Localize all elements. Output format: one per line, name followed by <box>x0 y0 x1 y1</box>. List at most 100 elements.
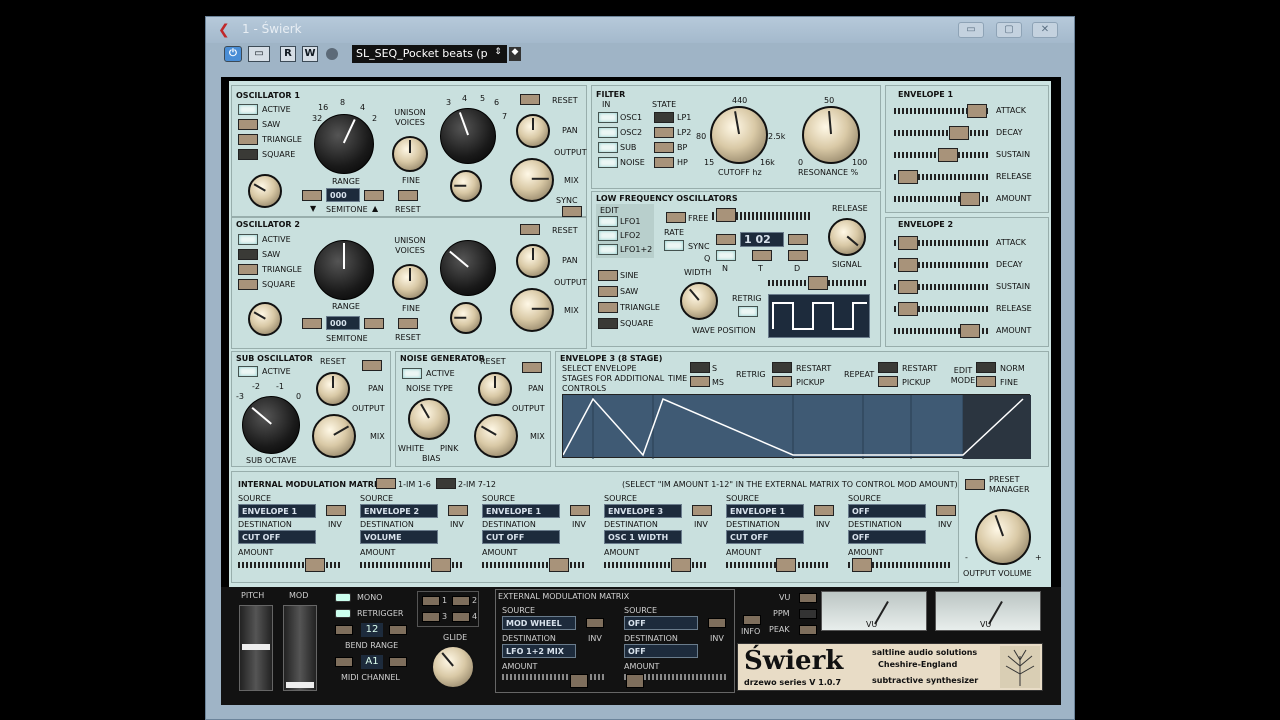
env1-decay-handle[interactable] <box>948 126 969 140</box>
voice-2-button[interactable] <box>452 596 470 606</box>
osc2-range-knob[interactable] <box>314 240 374 300</box>
imm-amount-fader[interactable] <box>482 562 586 568</box>
imm-amount-handle[interactable] <box>549 558 570 572</box>
osc2-pan-knob[interactable] <box>516 244 550 278</box>
osc1-range-knob[interactable] <box>314 114 374 174</box>
glide-knob[interactable] <box>431 645 475 689</box>
osc1-fine-knob[interactable] <box>392 136 428 172</box>
env3-norm-button[interactable] <box>976 362 996 373</box>
noise-pan-knob[interactable] <box>478 372 512 406</box>
imm-source-field[interactable]: ENVELOPE 1 <box>726 504 804 518</box>
env2-decay-handle[interactable] <box>897 258 918 272</box>
env2-release-handle[interactable] <box>897 302 918 316</box>
imm-inv-button[interactable] <box>326 505 346 516</box>
sub-octave-knob[interactable] <box>242 396 300 454</box>
lfo-rate-handle[interactable] <box>716 208 736 222</box>
imm-amount-handle[interactable] <box>305 558 326 572</box>
imm-inv-button[interactable] <box>570 505 590 516</box>
mono-led[interactable] <box>335 593 351 602</box>
emm-dest-1-field[interactable]: LFO 1+2 MIX <box>502 644 576 658</box>
lfo2-led[interactable] <box>598 230 618 241</box>
env2-amount-handle[interactable] <box>960 324 981 338</box>
midi-down-button[interactable] <box>335 657 353 667</box>
imm-inv-button[interactable] <box>814 505 834 516</box>
osc2-active-led[interactable] <box>238 234 258 245</box>
imm-amount-handle[interactable] <box>776 558 797 572</box>
noise-type-knob[interactable] <box>408 398 450 440</box>
imm-inv-button[interactable] <box>692 505 712 516</box>
mod-wheel[interactable] <box>283 605 317 691</box>
midi-up-button[interactable] <box>389 657 407 667</box>
osc1-detune-knob[interactable] <box>450 170 482 202</box>
osc1-reset-button[interactable] <box>520 94 540 105</box>
record-icon[interactable] <box>326 48 338 60</box>
emm-source-1-field[interactable]: MOD WHEEL <box>502 616 576 630</box>
env3-repeat-pickup-button[interactable] <box>878 376 898 387</box>
title-bar[interactable]: ❮ 1 - Świerk ▭ ▢ ✕ <box>206 17 1074 43</box>
lfo-triangle-button[interactable] <box>598 302 618 313</box>
osc2-width-knob[interactable] <box>248 302 282 336</box>
env3-pickup-button[interactable] <box>772 376 792 387</box>
sub-active-led[interactable] <box>238 366 258 377</box>
lfo-width-knob[interactable] <box>680 282 718 320</box>
close-button[interactable]: ✕ <box>1032 22 1058 38</box>
env1-release-handle[interactable] <box>897 170 918 184</box>
env1-sustain-handle[interactable] <box>938 148 959 162</box>
imm-destination-field[interactable]: CUT OFF <box>238 530 316 544</box>
osc1-width-knob[interactable] <box>248 174 282 208</box>
bend-down-button[interactable] <box>335 625 353 635</box>
lfo-q-led[interactable] <box>716 250 736 261</box>
imm-amount-handle[interactable] <box>431 558 452 572</box>
preset-field[interactable]: SL_SEQ_Pocket beats (p <box>352 45 507 63</box>
preset-manager-button[interactable] <box>965 479 985 490</box>
imm-amount-handle[interactable] <box>671 558 692 572</box>
info-button[interactable] <box>743 615 761 625</box>
filter-resonance-knob[interactable] <box>802 106 860 164</box>
env3-ms-button[interactable] <box>690 376 710 387</box>
lfo1-led[interactable] <box>598 216 618 227</box>
lfo12-led[interactable] <box>598 244 618 255</box>
env1-attack-handle[interactable] <box>966 104 987 118</box>
imm-inv-button[interactable] <box>448 505 468 516</box>
filter-bp-button[interactable] <box>654 142 674 153</box>
noise-reset-button[interactable] <box>522 362 542 373</box>
emm-amount-2-handle[interactable] <box>626 674 644 688</box>
imm-inv-button[interactable] <box>936 505 956 516</box>
osc1-fine-reset-button[interactable] <box>398 190 418 201</box>
filter-osc2-led[interactable] <box>598 127 618 138</box>
emm-inv-2-button[interactable] <box>708 618 726 628</box>
lfo-d-up[interactable] <box>788 234 808 245</box>
env3-graph[interactable] <box>562 394 1031 459</box>
osc2-square-button[interactable] <box>238 279 258 290</box>
imm-destination-field[interactable]: CUT OFF <box>482 530 560 544</box>
noise-active-led[interactable] <box>402 368 422 379</box>
env1-decay-fader[interactable] <box>894 130 990 136</box>
osc2-semitone-up[interactable] <box>364 318 384 329</box>
osc2-reset-button[interactable] <box>520 224 540 235</box>
voice-3-button[interactable] <box>422 612 440 622</box>
imm-source-field[interactable]: ENVELOPE 1 <box>238 504 316 518</box>
osc1-unison-knob[interactable] <box>440 108 496 164</box>
imm-destination-field[interactable]: VOLUME <box>360 530 438 544</box>
env3-s-button[interactable] <box>690 362 710 373</box>
osc1-square-button[interactable] <box>238 149 258 160</box>
lfo-t-button[interactable] <box>752 250 772 261</box>
preset-updown-icon[interactable]: ⇕ <box>492 47 504 61</box>
imm-destination-field[interactable]: OSC 1 WIDTH <box>604 530 682 544</box>
sub-reset-button[interactable] <box>362 360 382 371</box>
emm-amount-1-fader[interactable] <box>502 674 606 680</box>
bend-up-button[interactable] <box>389 625 407 635</box>
emm-dest-2-field[interactable]: OFF <box>624 644 698 658</box>
osc2-saw-button[interactable] <box>238 249 258 260</box>
emm-source-2-field[interactable]: OFF <box>624 616 698 630</box>
vu-mode-button[interactable] <box>799 593 817 603</box>
env2-attack-handle[interactable] <box>897 236 918 250</box>
preset-menu-icon[interactable]: ◆ <box>509 47 521 61</box>
sub-pan-knob[interactable] <box>316 372 350 406</box>
filter-osc1-led[interactable] <box>598 112 618 123</box>
minimize-button[interactable]: ▭ <box>958 22 984 38</box>
osc2-detune-knob[interactable] <box>450 302 482 334</box>
maximize-button[interactable]: ▢ <box>996 22 1022 38</box>
filter-lp1-button[interactable] <box>654 112 674 123</box>
power-icon[interactable]: ⏻ <box>224 46 242 62</box>
